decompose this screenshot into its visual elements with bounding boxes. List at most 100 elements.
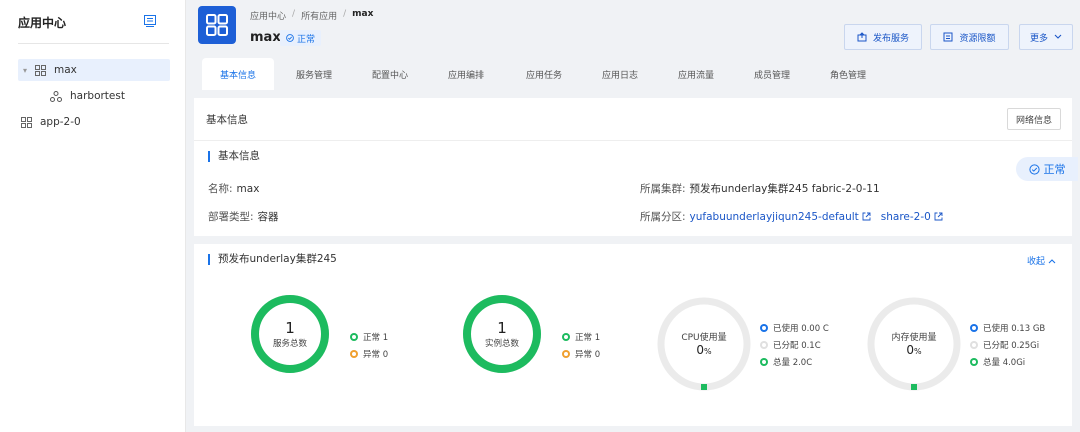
sidebar-divider xyxy=(18,43,169,44)
app-grid-icon xyxy=(32,64,48,76)
legend-text: 正常 1 xyxy=(363,332,389,343)
field-value: 预发布underlay集群245 fabric-2-0-11 xyxy=(689,183,880,195)
service-count: 1 xyxy=(285,318,295,337)
tab-app-traffic[interactable]: 应用流量 xyxy=(664,58,728,90)
caret-down-icon[interactable]: ▾ xyxy=(18,66,32,75)
ring-center: 内存使用量 0% xyxy=(866,296,962,392)
sidebar: 应用中心 ▾ max harbortest app-2-0 xyxy=(0,0,186,432)
tab-member-management[interactable]: 成员管理 xyxy=(740,58,804,90)
status-badge: 正常 xyxy=(280,30,322,46)
cpu-percent-value: 0 xyxy=(696,343,705,357)
legend-text: 已使用 0.00 C xyxy=(773,323,829,334)
legend-abnormal: 异常 0 xyxy=(350,345,388,362)
legend-normal: 正常 1 xyxy=(562,328,600,345)
status-badge-large: 正常 xyxy=(1016,157,1078,181)
tab-basic-info[interactable]: 基本信息 xyxy=(202,58,274,90)
cpu-usage-ring: CPU使用量 0% xyxy=(656,296,752,392)
panel-title: 基本信息 xyxy=(206,114,248,126)
resource-quota-button[interactable]: 资源限额 xyxy=(930,24,1009,50)
tree-item-max[interactable]: ▾ max xyxy=(18,59,170,81)
field-value: 容器 xyxy=(257,211,279,223)
legend-allocated: 已分配 0.1C xyxy=(760,336,829,353)
field-label: 部署类型: xyxy=(208,211,254,223)
link-text: yufabuunderlayjiqun245-default xyxy=(689,210,859,223)
quota-icon xyxy=(943,32,953,42)
breadcrumb-all-apps[interactable]: 所有应用 xyxy=(301,9,337,22)
legend-text: 总量 4.0Gi xyxy=(983,357,1026,368)
external-link-icon xyxy=(934,212,943,221)
tab-app-tasks[interactable]: 应用任务 xyxy=(512,58,576,90)
sidebar-title: 应用中心 xyxy=(18,15,67,30)
instance-count: 1 xyxy=(497,318,507,337)
breadcrumb: 应用中心 / 所有应用 / max xyxy=(250,9,373,22)
breadcrumb-app-center[interactable]: 应用中心 xyxy=(250,9,286,22)
tab-config-center[interactable]: 配置中心 xyxy=(358,58,422,90)
check-circle-icon xyxy=(1028,163,1040,175)
tree-item-label: app-2-0 xyxy=(40,116,81,128)
tab-app-orchestration[interactable]: 应用编排 xyxy=(434,58,498,90)
memory-percent-unit: % xyxy=(914,347,922,356)
collapse-label: 收起 xyxy=(1026,257,1045,267)
tree-item-harbortest[interactable]: harbortest xyxy=(48,85,170,107)
legend-normal: 正常 1 xyxy=(350,328,388,345)
allocated-dot-icon xyxy=(970,340,978,349)
cluster-panel: 预发布underlay集群245 收起 1 服务总数 正常 1 异常 0 1 实… xyxy=(194,244,1072,426)
ring-caption: 服务总数 xyxy=(272,338,307,349)
chevron-down-icon xyxy=(1054,34,1062,39)
used-dot-icon xyxy=(760,323,768,332)
ring-center: CPU使用量 0% xyxy=(656,296,752,392)
service-legend: 正常 1 异常 0 xyxy=(350,328,388,362)
legend-allocated: 已分配 0.25Gi xyxy=(970,336,1045,353)
panel-divider xyxy=(194,140,1072,141)
section-heading: 基本信息 xyxy=(208,151,260,162)
ring-caption: CPU使用量 xyxy=(681,333,727,343)
publish-service-button[interactable]: 发布服务 xyxy=(844,24,922,50)
legend-total: 总量 2.0C xyxy=(760,353,829,370)
tree-item-label: max xyxy=(54,64,77,76)
tree-item-app-2-0[interactable]: app-2-0 xyxy=(18,111,170,133)
page-title: max xyxy=(250,30,281,45)
app-grid-icon xyxy=(18,116,34,128)
service-total-ring: 1 服务总数 xyxy=(250,294,330,374)
ring-center: 1 服务总数 xyxy=(250,294,330,374)
status-text: 正常 xyxy=(297,34,316,45)
partition-link-share[interactable]: share-2-0 xyxy=(881,211,943,223)
legend-text: 正常 1 xyxy=(575,332,601,343)
tab-service-management[interactable]: 服务管理 xyxy=(282,58,346,90)
breadcrumb-separator: / xyxy=(292,9,296,19)
app-logo-icon xyxy=(198,6,236,44)
abnormal-dot-icon xyxy=(562,349,570,358)
tab-bar: 基本信息 服务管理 配置中心 应用编排 应用任务 应用日志 应用流量 成员管理 … xyxy=(186,58,1080,90)
breadcrumb-separator: / xyxy=(343,9,347,19)
ring-caption: 内存使用量 xyxy=(891,333,937,343)
more-button[interactable]: 更多 xyxy=(1019,24,1073,50)
sidebar-header: 应用中心 xyxy=(0,0,186,44)
field-name: 名称: max xyxy=(208,181,259,196)
memory-legend: 已使用 0.13 GB 已分配 0.25Gi 总量 4.0Gi xyxy=(970,319,1045,370)
legend-text: 异常 0 xyxy=(363,349,389,360)
tab-role-management[interactable]: 角色管理 xyxy=(816,58,880,90)
legend-text: 异常 0 xyxy=(575,349,601,360)
collapse-button[interactable]: 收起 xyxy=(1027,254,1056,267)
used-dot-icon xyxy=(970,323,978,332)
list-toggle-icon[interactable] xyxy=(144,14,156,30)
cpu-percent-unit: % xyxy=(704,347,712,356)
memory-usage-ring: 内存使用量 0% xyxy=(866,296,962,392)
legend-used: 已使用 0.13 GB xyxy=(970,319,1045,336)
network-info-button[interactable]: 网络信息 xyxy=(1007,108,1061,130)
memory-percent-value: 0 xyxy=(906,343,915,357)
instance-total-ring: 1 实例总数 xyxy=(462,294,542,374)
breadcrumb-current: max xyxy=(352,9,374,19)
field-label: 名称: xyxy=(208,183,233,195)
partition-link-default[interactable]: yufabuunderlayjiqun245-default xyxy=(690,211,871,223)
total-dot-icon xyxy=(760,357,768,366)
tree-item-label: harbortest xyxy=(70,90,125,102)
chevron-up-icon xyxy=(1048,258,1056,263)
field-label: 所属集群: xyxy=(640,183,686,195)
external-link-icon xyxy=(862,212,871,221)
field-partition: 所属分区: yufabuunderlayjiqun245-default sha… xyxy=(640,209,943,224)
allocated-dot-icon xyxy=(760,340,768,349)
cpu-legend: 已使用 0.00 C 已分配 0.1C 总量 2.0C xyxy=(760,319,829,370)
tab-app-logs[interactable]: 应用日志 xyxy=(588,58,652,90)
more-label: 更多 xyxy=(1029,33,1048,44)
